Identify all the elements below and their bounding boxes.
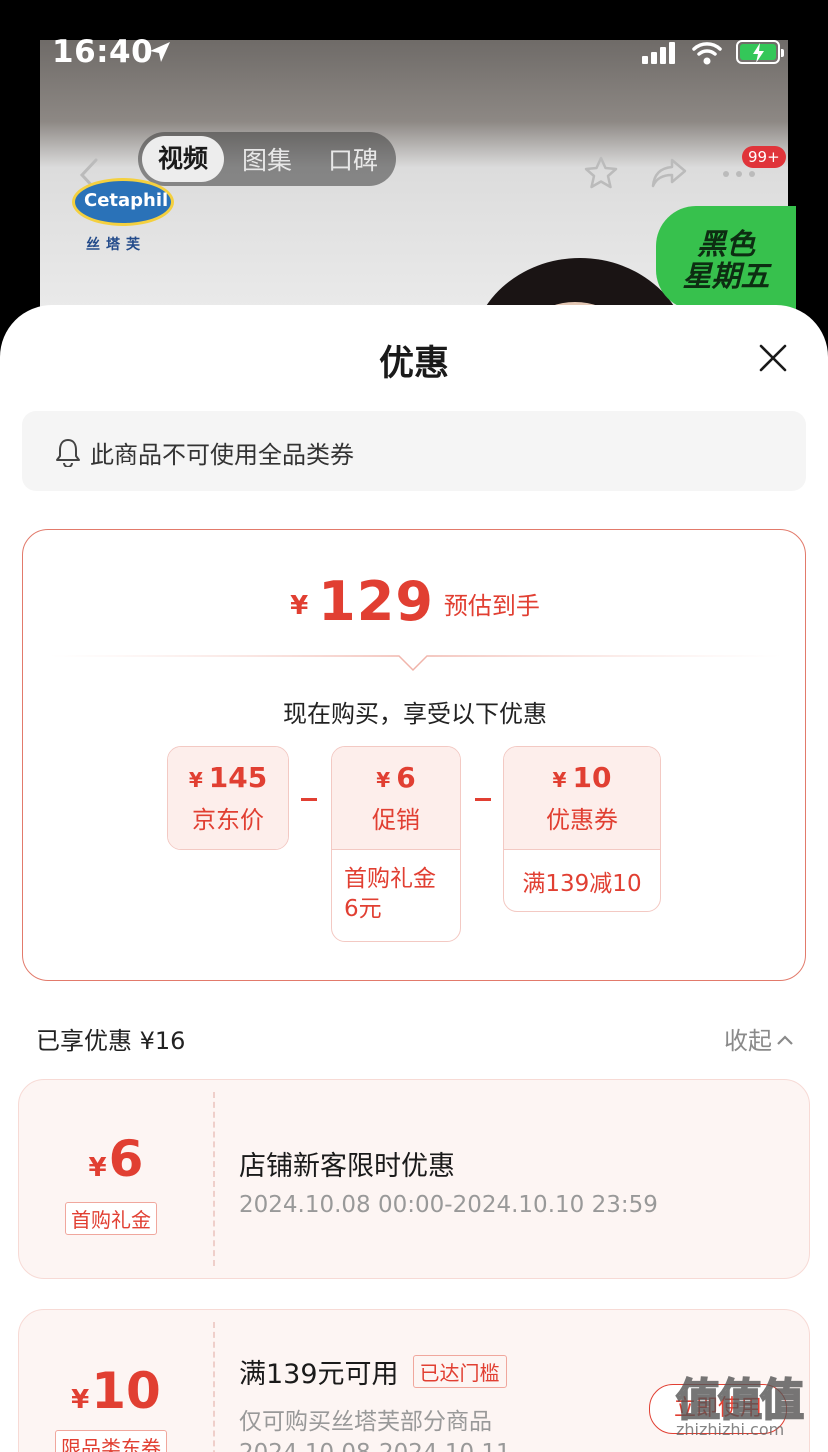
tab-gallery[interactable]: 图集 [224, 141, 310, 177]
saved-discount-label: 已享优惠 ¥16 [36, 1027, 186, 1055]
minus-sign [301, 798, 317, 801]
coupon-amount: ¥6 [19, 1130, 213, 1188]
price-item-coupon: ¥10 优惠券 满139减10 [503, 746, 661, 912]
cell-signal-icon [642, 42, 675, 64]
promo-tag-line1: 黑色 [696, 227, 755, 261]
coupon-notice: 此商品不可使用全品类券 [22, 411, 806, 491]
coupon-currency: ¥ [88, 1153, 107, 1183]
amount-value: 10 [572, 761, 612, 794]
coupon-card: ¥6 首购礼金 店铺新客限时优惠 2024.10.08 00:00-2024.1… [18, 1079, 810, 1279]
coupon-type-tag: 首购礼金 [65, 1202, 157, 1235]
currency-symbol: ¥ [552, 768, 567, 792]
coupon-title: 满139元可用 已达门槛 [239, 1352, 507, 1391]
price-item-jd-amount: ¥145 [168, 747, 288, 794]
price-item-promo: ¥6 促销 首购礼金6元 [331, 746, 461, 942]
divider-notch [47, 655, 783, 672]
watermark-domain: zhizhizhi.com [676, 1420, 785, 1439]
final-currency: ¥ [290, 591, 309, 621]
battery-icon [736, 40, 784, 64]
coupon-amount-value: 10 [91, 1362, 161, 1420]
site-watermark: 值值值 zhizhizhi.com [675, 1364, 826, 1450]
wifi-icon [692, 42, 722, 65]
coupon-divider [213, 1322, 215, 1452]
black-friday-tag: 黑色 星期五 [656, 206, 796, 310]
final-price: ¥129 预估到手 [23, 570, 807, 633]
discount-sheet: 优惠 此商品不可使用全品类券 ¥129 预估到手 现在购买，享受以下优惠 ¥ 1… [0, 305, 828, 1452]
status-bar: 16:40 [0, 0, 828, 90]
coupon-currency: ¥ [71, 1385, 90, 1415]
coupon-divider [213, 1092, 215, 1266]
tab-reviews[interactable]: 口碑 [310, 141, 396, 177]
collapse-button[interactable]: 收起 [724, 1021, 794, 1056]
price-item-coupon-label: 优惠券 [546, 806, 618, 834]
price-item-promo-amount: ¥6 [332, 747, 460, 794]
coupon-type-tag: 限品类东券 [55, 1430, 167, 1452]
status-time: 16:40 [52, 34, 154, 70]
minus-sign [475, 798, 491, 801]
chevron-up-icon [777, 1035, 793, 1045]
coupon-title: 店铺新客限时优惠 [239, 1151, 455, 1182]
currency-symbol: ¥ [376, 768, 391, 792]
price-summary-card: ¥129 预估到手 现在购买，享受以下优惠 ¥145 京东价 ¥6 促销 首购礼… [22, 529, 806, 981]
watermark-text: 值值值 [675, 1374, 805, 1427]
price-item-jd: ¥145 京东价 [167, 746, 289, 850]
bell-icon [56, 439, 80, 467]
price-item-promo-label: 促销 [372, 806, 420, 834]
brand-sub-text: 丝塔芙 [86, 237, 146, 253]
coupon-validity: 2024.10.08-2024.10.11 [239, 1440, 511, 1452]
brand-logo-text: Cetaphil [84, 190, 169, 211]
final-price-value: 129 [318, 570, 434, 633]
share-icon[interactable] [650, 157, 688, 189]
coupon-title-text: 满139元可用 [239, 1359, 399, 1390]
currency-symbol: ¥ [188, 768, 203, 792]
sheet-title: 优惠 [378, 344, 449, 384]
threshold-met-badge: 已达门槛 [412, 1355, 507, 1388]
media-tab-bar: 视频 图集 口碑 [138, 132, 396, 186]
price-item-coupon-note: 满139减10 [504, 849, 660, 911]
favorite-star-icon[interactable] [582, 155, 620, 191]
coupon-scope: 仅可购买丝塔芙部分商品 [239, 1409, 492, 1435]
amount-value: 145 [208, 761, 268, 794]
notice-text: 此商品不可使用全品类券 [90, 441, 354, 469]
coupon-amount-value: 6 [108, 1130, 144, 1188]
more-dots-icon[interactable] [722, 170, 756, 178]
final-price-label: 预估到手 [443, 592, 540, 620]
summary-subhead: 现在购买，享受以下优惠 [283, 700, 547, 728]
close-icon[interactable] [758, 343, 788, 373]
amount-value: 6 [396, 761, 416, 794]
price-item-promo-note: 首购礼金6元 [332, 849, 460, 941]
collapse-label: 收起 [724, 1027, 772, 1055]
coupon-amount: ¥10 [19, 1362, 213, 1420]
notification-badge: 99+ [742, 146, 786, 168]
price-item-jd-label: 京东价 [192, 806, 264, 834]
coupon-validity: 2024.10.08 00:00-2024.10.10 23:59 [239, 1192, 658, 1218]
tab-video[interactable]: 视频 [142, 136, 224, 182]
promo-tag-line2: 星期五 [682, 259, 770, 293]
location-arrow-icon [150, 42, 170, 62]
price-item-coupon-amount: ¥10 [504, 747, 660, 794]
